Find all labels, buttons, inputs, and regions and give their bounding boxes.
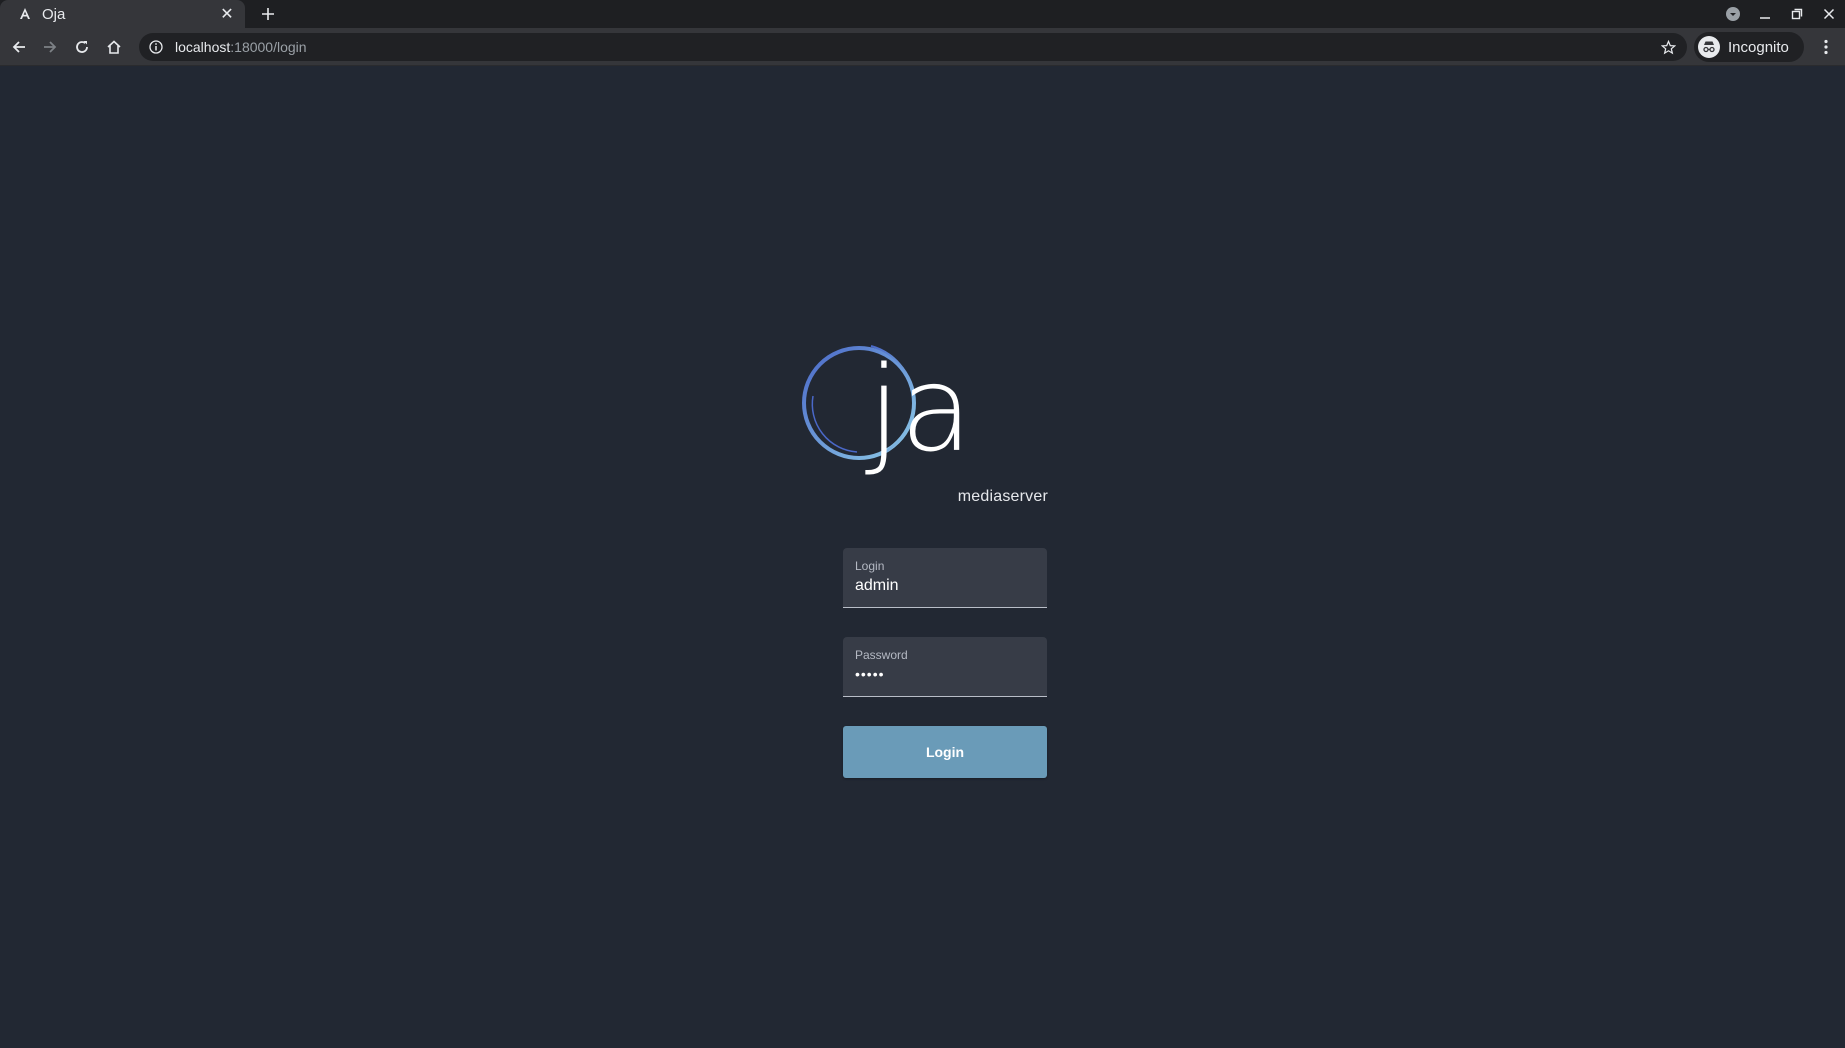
- url-host: localhost: [175, 39, 231, 55]
- browser-toolbar: localhost:18000/login Incognito: [0, 28, 1845, 66]
- back-button[interactable]: [6, 34, 32, 60]
- browser-tab-oja[interactable]: Oja ✕: [0, 0, 245, 28]
- star-icon[interactable]: [1659, 38, 1677, 56]
- address-bar[interactable]: localhost:18000/login: [139, 33, 1687, 61]
- incognito-label: Incognito: [1728, 38, 1789, 56]
- minimize-button[interactable]: [1749, 0, 1781, 28]
- login-field-label: Login: [855, 559, 885, 573]
- browser-tabstrip: Oja ✕: [0, 0, 1845, 28]
- chevron-down-circle-icon: [1726, 7, 1740, 21]
- url-path: :18000/login: [230, 39, 307, 55]
- login-input[interactable]: [855, 577, 1035, 595]
- browser-menu-button[interactable]: [1813, 34, 1839, 60]
- restore-button[interactable]: [1781, 0, 1813, 28]
- close-icon[interactable]: ✕: [217, 4, 237, 24]
- forward-button[interactable]: [37, 34, 63, 60]
- plus-icon: [262, 8, 274, 20]
- angular-icon: [18, 7, 32, 21]
- info-icon[interactable]: [147, 38, 165, 56]
- more-vert-icon: [1824, 39, 1828, 55]
- incognito-profile-button[interactable]: Incognito: [1694, 32, 1804, 62]
- password-field[interactable]: Password: [843, 637, 1047, 697]
- close-icon: [1823, 8, 1835, 20]
- reload-button[interactable]: [69, 34, 95, 60]
- home-button[interactable]: [101, 34, 127, 60]
- logo-subtitle: mediaserver: [957, 488, 1048, 505]
- minimize-icon: [1760, 17, 1770, 19]
- incognito-icon: [1698, 36, 1720, 58]
- reload-icon: [76, 41, 88, 53]
- tab-title: Oja: [42, 5, 66, 23]
- logo-wordmark: ja: [864, 340, 972, 478]
- oja-logo: ja: [795, 340, 1051, 490]
- login-field[interactable]: Login: [843, 548, 1047, 608]
- window-controls: [1717, 0, 1845, 28]
- password-input[interactable]: [855, 666, 1035, 682]
- arrow-right-icon: [44, 41, 57, 53]
- new-tab-button[interactable]: [256, 2, 280, 26]
- password-field-label: Password: [855, 648, 908, 662]
- home-icon: [107, 40, 121, 54]
- restore-icon: [1791, 8, 1803, 20]
- login-button[interactable]: Login: [843, 726, 1047, 778]
- arrow-left-icon: [12, 41, 25, 53]
- close-window-button[interactable]: [1813, 0, 1845, 28]
- tab-search-button[interactable]: [1717, 0, 1749, 28]
